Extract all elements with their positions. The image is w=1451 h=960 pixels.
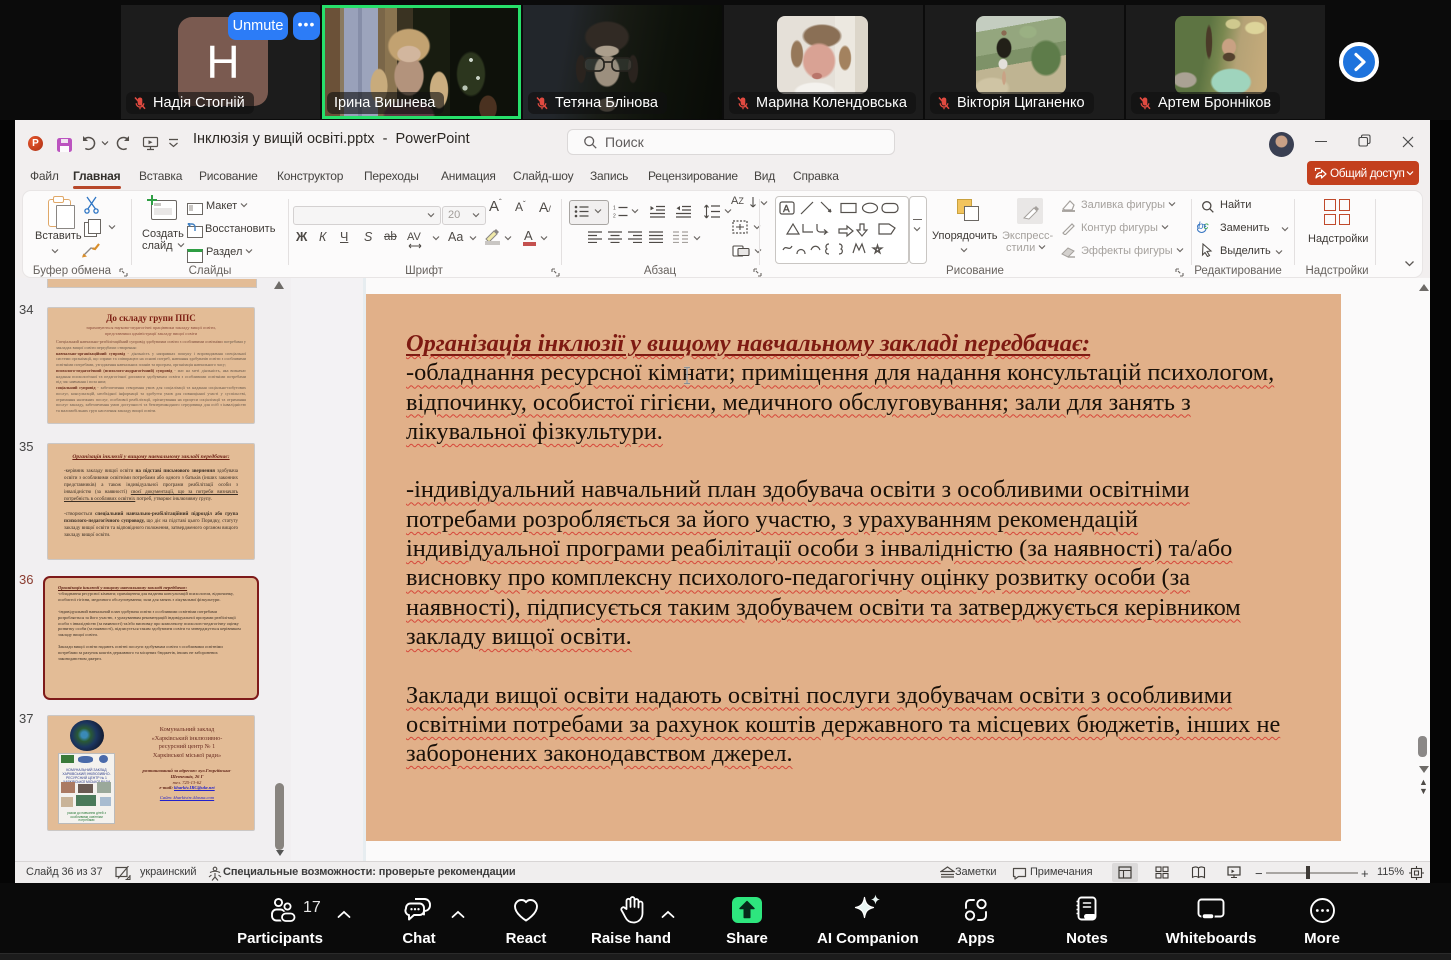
svg-text:A: A (783, 204, 790, 215)
svg-text:1: 1 (613, 206, 616, 212)
svg-text:2: 2 (613, 214, 616, 219)
